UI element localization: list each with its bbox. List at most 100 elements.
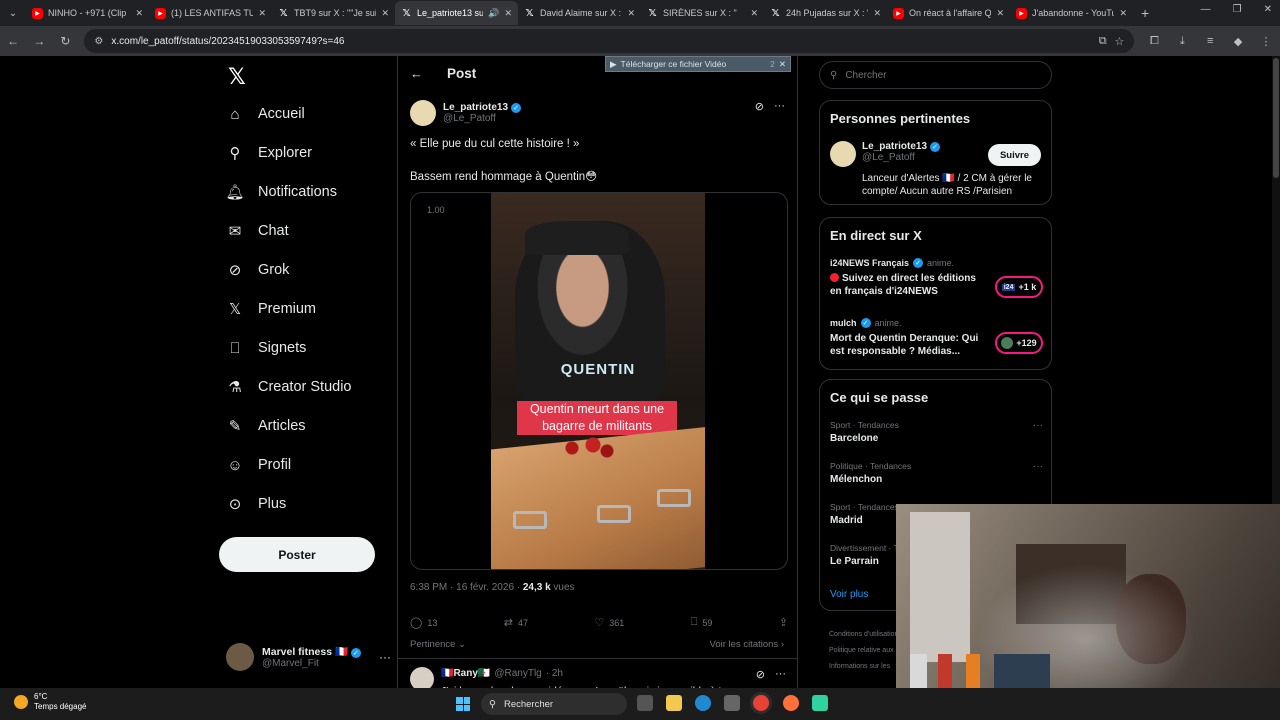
file-explorer-icon[interactable] bbox=[666, 695, 682, 711]
close-tab-icon[interactable]: ✕ bbox=[996, 8, 1004, 19]
close-tab-icon[interactable]: ✕ bbox=[627, 8, 635, 19]
tweet-handle[interactable]: @Le_Patoff bbox=[443, 113, 521, 124]
live-listeners-pill[interactable]: +129 bbox=[995, 332, 1043, 354]
relevant-user[interactable]: Le_patriote13 ✓ @Le_Patoff bbox=[830, 141, 941, 167]
browser-tab[interactable]: ▶ NINHO - +971 (Clip ✕ bbox=[26, 1, 149, 25]
browser-tab[interactable]: 𝕏 TBT9 sur X : ""Je suis ✕ bbox=[272, 1, 395, 25]
nav-item-articles[interactable]: ✎ Articles bbox=[226, 411, 306, 441]
nav-item-explorer[interactable]: ⚲ Explorer bbox=[226, 138, 313, 168]
search-input[interactable]: ⚲ Chercher bbox=[819, 61, 1052, 89]
footer-link[interactable]: Politique relative aux bbox=[829, 643, 899, 659]
live-item[interactable]: i24NEWS Français ✓ anime. Suivez en direct… bbox=[830, 258, 1043, 298]
live-item[interactable]: mulch ✓ anime. Mort de Quentin Deranque: Q… bbox=[830, 318, 1043, 358]
footer-link[interactable]: Conditions d'utilisation bbox=[829, 627, 899, 643]
url-text[interactable]: x.com/le_patoff/status/20234519033053597… bbox=[111, 36, 1090, 47]
browser-tab[interactable]: 𝕏 David Alaime sur X : ✕ bbox=[518, 1, 641, 25]
footer-link[interactable]: Informations sur les bbox=[829, 659, 899, 675]
like-button[interactable]: ♡ 361 bbox=[594, 616, 624, 629]
edge-icon[interactable] bbox=[695, 695, 711, 711]
weather-widget[interactable]: 6°C Temps dégagé bbox=[14, 692, 86, 712]
nav-item-signets[interactable]: ⎕ Signets bbox=[226, 333, 306, 363]
download-video-banner[interactable]: ▶ Télécharger ce fichier Vidéo 2 ✕ bbox=[605, 56, 791, 72]
x-logo-icon[interactable]: 𝕏 bbox=[228, 64, 246, 90]
address-bar[interactable]: ⚙ x.com/le_patoff/status/202345190330535… bbox=[84, 29, 1135, 53]
new-tab-button[interactable]: + bbox=[1141, 5, 1149, 21]
sort-dropdown[interactable]: Pertinence ⌄ bbox=[410, 639, 466, 650]
browser-tab[interactable]: ▶ J'abandonne - YouTu ✕ bbox=[1010, 1, 1133, 25]
close-tab-icon[interactable]: ✕ bbox=[873, 8, 881, 19]
browser-tab[interactable]: ▶ On réact à l'affaire Q ✕ bbox=[887, 1, 1010, 25]
close-window-icon[interactable]: ✕ bbox=[1264, 4, 1272, 15]
view-quotes-link[interactable]: Voir les citations › bbox=[710, 639, 784, 650]
install-icon[interactable]: ⧉ bbox=[1099, 35, 1107, 48]
reload-icon[interactable]: ↻ bbox=[58, 34, 72, 48]
close-tab-icon[interactable]: ✕ bbox=[750, 8, 758, 19]
close-tab-icon[interactable]: ✕ bbox=[258, 8, 266, 19]
star-icon[interactable]: ☆ bbox=[1115, 35, 1125, 48]
nav-item-creator-studio[interactable]: ⚗ Creator Studio bbox=[226, 372, 351, 402]
app-icon[interactable] bbox=[812, 695, 828, 711]
close-tab-icon[interactable]: ✕ bbox=[135, 8, 143, 19]
extension-icon[interactable]: ◆ bbox=[1230, 35, 1246, 48]
back-arrow-icon[interactable]: ← bbox=[410, 66, 423, 81]
grok-icon[interactable]: ⊘ bbox=[755, 100, 764, 113]
extensions-icon[interactable]: ⧠ bbox=[1146, 35, 1162, 48]
webcam-background-door bbox=[910, 512, 970, 662]
nav-item-grok[interactable]: ⊘ Grok bbox=[226, 255, 290, 285]
site-info-icon[interactable]: ⚙ bbox=[94, 36, 103, 47]
bookmark-button[interactable]: ⎕ 59 bbox=[691, 616, 713, 629]
tab-search-button[interactable]: ⌄ bbox=[0, 0, 26, 26]
forward-icon[interactable]: → bbox=[32, 34, 46, 48]
browser-tab[interactable]: ▶ (1) LES ANTIFAS TUE ✕ bbox=[149, 1, 272, 25]
close-icon[interactable]: ✕ bbox=[779, 59, 786, 70]
firefox-icon[interactable] bbox=[783, 695, 799, 711]
trend-item[interactable]: Politique · Tendances Mélenchon ··· bbox=[830, 461, 1043, 485]
share-button[interactable]: ⇪ bbox=[779, 616, 788, 629]
live-listeners-pill[interactable]: i24 +1 k bbox=[995, 276, 1043, 298]
scrollbar-thumb[interactable] bbox=[1273, 58, 1279, 178]
follow-button[interactable]: Suivre bbox=[988, 144, 1041, 166]
media-icon[interactable]: ≡ bbox=[1202, 35, 1218, 47]
nav-item-chat[interactable]: ✉ Chat bbox=[226, 216, 289, 246]
more-options-icon[interactable]: ··· bbox=[774, 100, 785, 113]
post-button[interactable]: Poster bbox=[219, 537, 375, 572]
close-tab-icon[interactable]: ✕ bbox=[504, 8, 512, 19]
nav-item-accueil[interactable]: ⌂ Accueil bbox=[226, 99, 304, 129]
task-view-icon[interactable] bbox=[637, 695, 653, 711]
minimize-icon[interactable]: — bbox=[1201, 4, 1211, 15]
trend-item[interactable]: Sport · Tendances Barcelone ··· bbox=[830, 420, 1043, 444]
show-more-link[interactable]: Voir plus bbox=[830, 589, 868, 600]
browser-tab[interactable]: 𝕏 24h Pujadas sur X : " ✕ bbox=[764, 1, 887, 25]
grok-icon[interactable]: ⊘ bbox=[756, 668, 765, 681]
taskbar-search[interactable]: ⚲ Rechercher bbox=[481, 693, 627, 715]
nav-item-profil[interactable]: ☺ Profil bbox=[226, 450, 291, 480]
account-handle: @Marvel_Fit bbox=[262, 658, 319, 669]
video-player[interactable]: 1.00 QUENTIN Quentin meurt dans une baga… bbox=[410, 192, 788, 570]
maximize-icon[interactable]: ❐ bbox=[1233, 4, 1242, 15]
video-frame[interactable]: QUENTIN Quentin meurt dans une bagarre d… bbox=[491, 193, 705, 569]
browser-tab-active[interactable]: 𝕏 Le_patriote13 sur 🔊 ✕ bbox=[395, 1, 518, 25]
chrome-icon[interactable] bbox=[753, 695, 769, 711]
more-options-icon[interactable]: ··· bbox=[379, 650, 391, 664]
close-tab-icon[interactable]: ✕ bbox=[1119, 8, 1127, 19]
more-options-icon[interactable]: ··· bbox=[775, 668, 786, 681]
account-switcher[interactable]: Marvel fitness 🇫🇷 ✓ @Marvel_Fit ··· bbox=[226, 642, 391, 672]
more-options-icon[interactable]: ··· bbox=[1033, 420, 1043, 431]
tweet-author[interactable]: Le_patriote13 ✓ bbox=[443, 102, 522, 113]
browser-tab[interactable]: 𝕏 SIRÈNES sur X : " ✕ bbox=[641, 1, 764, 25]
download-icon[interactable]: ⤓ bbox=[1174, 35, 1190, 48]
windows-start-icon[interactable] bbox=[456, 697, 470, 711]
repost-button[interactable]: ⇄ 47 bbox=[504, 616, 528, 629]
back-icon[interactable]: ← bbox=[6, 34, 20, 48]
speaker-icon[interactable]: 🔊 bbox=[488, 8, 499, 19]
nav-item-plus[interactable]: ⊙ Plus bbox=[226, 489, 287, 519]
menu-icon[interactable]: ⋮ bbox=[1258, 35, 1274, 48]
nav-item-premium[interactable]: 𝕏 Premium bbox=[226, 294, 316, 324]
reply-button[interactable]: ◯ 13 bbox=[410, 616, 437, 629]
store-icon[interactable] bbox=[724, 695, 740, 711]
more-options-icon[interactable]: ··· bbox=[1033, 461, 1043, 472]
nav-item-notifications[interactable]: 🔔︎ Notifications bbox=[225, 177, 337, 207]
close-tab-icon[interactable]: ✕ bbox=[381, 8, 389, 19]
avatar[interactable] bbox=[410, 100, 436, 126]
playback-speed[interactable]: 1.00 bbox=[427, 205, 445, 215]
